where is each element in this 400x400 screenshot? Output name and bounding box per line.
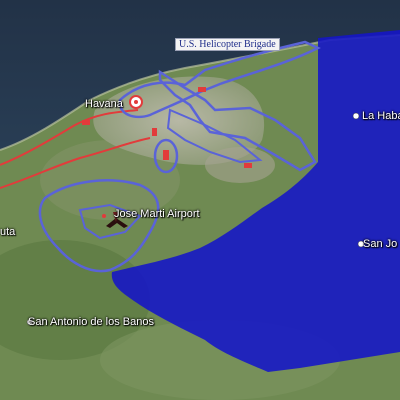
map-marker-icon[interactable] — [198, 87, 206, 92]
urban-area — [205, 147, 275, 183]
city-dot-icon — [352, 112, 360, 120]
map-marker-icon[interactable] — [152, 128, 157, 136]
label-havana: Havana — [85, 98, 123, 110]
map-marker-icon[interactable] — [244, 163, 252, 168]
map-graphics — [0, 0, 400, 400]
label-san-antonio: San Antonio de los Banos — [28, 316, 154, 328]
label-san-jose: San Jo — [363, 238, 398, 250]
map-marker-icon[interactable] — [163, 150, 169, 160]
label-left-edge: uta — [0, 226, 16, 238]
helicopter-target-icon — [134, 100, 138, 104]
map-viewport[interactable]: U.S. Helicopter Brigade Havana La Haba J… — [0, 0, 400, 400]
label-la-habana: La Haba — [362, 110, 400, 122]
brigade-banner: U.S. Helicopter Brigade — [175, 38, 280, 51]
map-marker-icon[interactable] — [82, 120, 90, 125]
label-jose-marti-airport: Jose Marti Airport — [114, 208, 200, 220]
